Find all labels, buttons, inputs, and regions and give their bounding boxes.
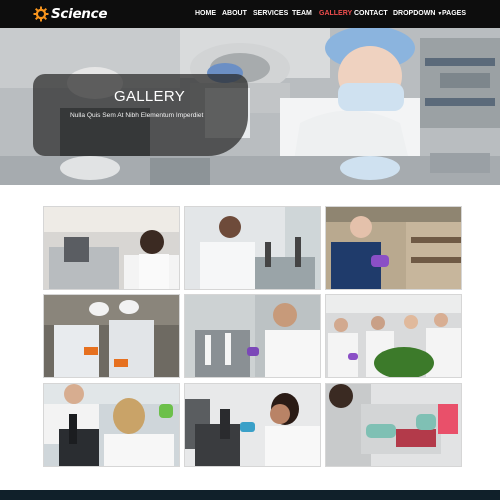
gear-icon [33,6,49,22]
hands-pipetting-samples-image [326,384,461,466]
nav-gallery[interactable]: GALLERY [319,10,352,17]
gallery-image[interactable] [325,206,462,290]
scientist-using-microscope-image [185,384,320,466]
gallery-image[interactable] [325,383,462,467]
page-subtitle: Nulla Quis Sem At Nibh Elementum Imperdi… [70,112,204,119]
gallery-image[interactable] [43,383,180,467]
scientist-at-lab-bench-image [44,207,179,289]
nav-contact[interactable]: CONTACT [354,10,388,17]
nav-about[interactable]: ABOUT [222,10,247,17]
brand-name: Science [51,6,108,22]
gallery-image[interactable] [43,206,180,290]
gallery-image[interactable] [184,206,321,290]
nav-services[interactable]: SERVICES [253,10,288,17]
footer-bar [0,490,500,500]
gallery-grid [43,206,463,468]
page-title: GALLERY [114,88,186,105]
brand-logo[interactable]: Science [33,5,107,23]
two-workers-hard-hats-image [44,295,179,377]
gallery-image[interactable] [184,383,321,467]
nav-team[interactable]: TEAM [292,10,312,17]
two-scientists-with-microscopes-image [44,384,179,466]
scientist-purple-gloves-shelves-image [326,207,461,289]
page-header-banner [0,28,500,185]
nav-dropdown[interactable]: DROPDOWN ▼ [393,10,442,17]
nav-pages[interactable]: PAGES [442,10,466,17]
scientist-glasses-purple-gloves-image [185,295,320,377]
nav-home[interactable]: HOME [195,10,216,17]
team-of-scientists-with-plants-image [326,295,461,377]
navbar: Science HOME ABOUT SERVICES TEAM GALLERY… [0,0,500,28]
gallery-image[interactable] [325,294,462,378]
nav-dropdown-label: DROPDOWN [393,10,436,17]
scientist-writing-with-microscope-image [185,207,320,289]
gallery-image[interactable] [43,294,180,378]
gallery-image[interactable] [184,294,321,378]
